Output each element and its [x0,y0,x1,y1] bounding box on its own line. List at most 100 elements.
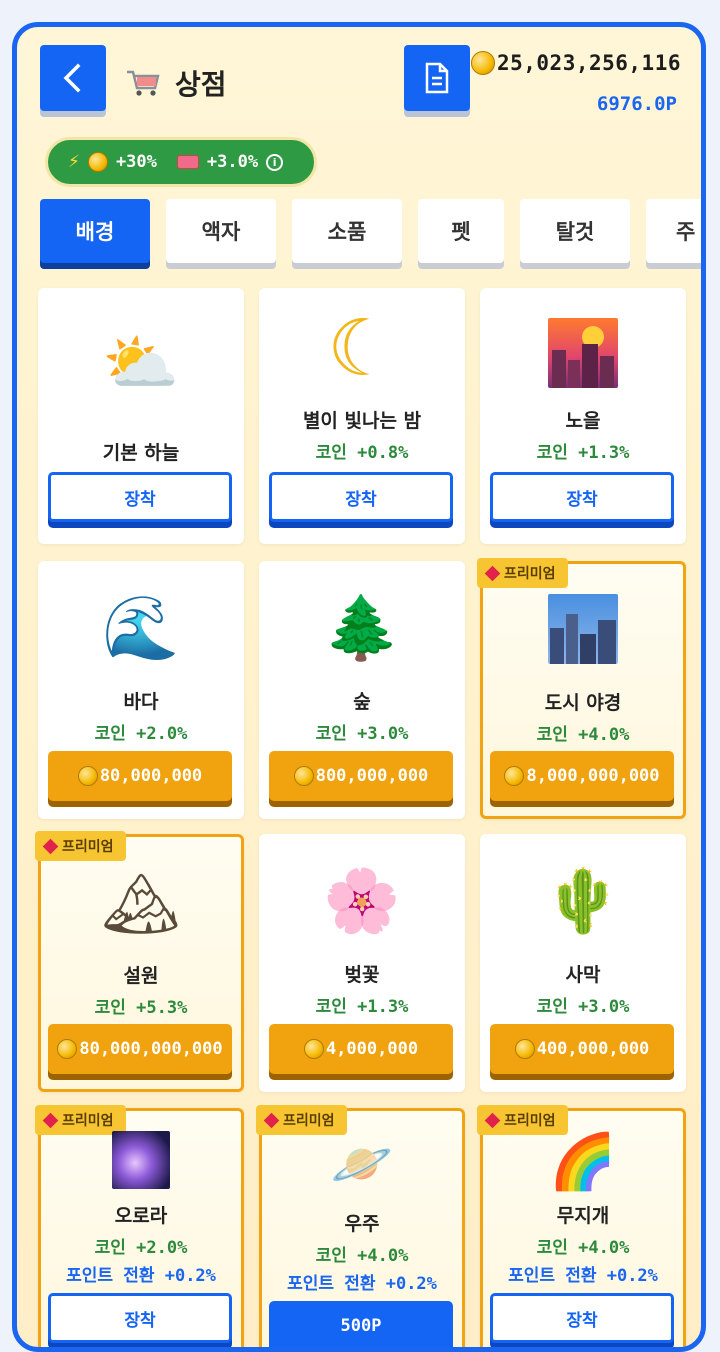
item-card-premium[interactable]: 프리미엄 🪐 우주 코인 +4.0% 포인트 전환 +0.2% 500P [256,1105,465,1347]
equip-button[interactable]: 장착 [48,1293,232,1343]
item-name: 숲 [353,691,371,713]
buy-button[interactable]: 400,000,000 [490,1024,674,1074]
item-card-premium[interactable]: 프리미엄 🌈 무지개 코인 +4.0% 포인트 전환 +0.2% 장착 [477,1105,686,1347]
coin-icon [504,766,525,786]
price-label: 4,000,000 [325,1039,419,1059]
buy-button[interactable]: 80,000,000 [48,751,232,801]
item-bonus: 코인 +4.0% [315,1246,409,1266]
item-bonus: 코인 +3.0% [315,724,409,744]
item-bonus: 코인 +4.0% [536,1238,630,1258]
price-label: 8,000,000,000 [526,766,660,786]
info-icon[interactable]: i [266,153,284,171]
moon-icon: ☾ [327,304,397,394]
cityscape-icon [548,594,618,664]
item-name: 설원 [123,965,159,987]
shopping-cart-icon [127,70,160,96]
sunset-city-icon [548,318,618,388]
title-text: 상점 [175,68,227,101]
item-name: 무지개 [556,1205,610,1227]
buy-button[interactable]: 80,000,000,000 [48,1024,232,1074]
equip-button[interactable]: 장착 [490,472,674,522]
point-balance: 6976.0P [596,93,677,115]
item-name: 노을 [565,410,601,432]
coin-balance: 25,023,256,116 [470,51,681,75]
item-card[interactable]: 노을 코인 +1.3% 장착 [480,288,686,544]
buy-button[interactable]: 4,000,000 [269,1024,453,1074]
chevron-left-icon [63,63,81,93]
item-bonus: 코인 +3.0% [536,997,630,1017]
tab-more[interactable]: 주 [646,199,701,263]
log-button[interactable] [404,45,470,111]
desert-cactus-icon: 🌵 [544,864,622,937]
item-name: 벚꽃 [344,964,380,986]
premium-label: 프리미엄 [504,566,556,582]
sun-cloud-icon: ⛅ [102,326,180,399]
coin-icon [77,766,98,786]
item-card[interactable]: 🌊 바다 코인 +2.0% 80,000,000 [38,561,244,819]
diamond-icon [42,1112,59,1128]
item-name: 별이 빛나는 밤 [302,410,422,432]
tab-frame[interactable]: 액자 [166,199,276,263]
item-card-premium[interactable]: 프리미엄 도시 야경 코인 +4.0% 8,000,000,000 [477,558,686,819]
equip-button[interactable]: 장착 [269,472,453,522]
item-bonus-points: 포인트 전환 +0.2% [287,1274,437,1294]
cherry-blossom-icon: 🌸 [323,864,401,937]
premium-label: 프리미엄 [62,839,114,855]
item-card[interactable]: ☾ 별이 빛나는 밤 코인 +0.8% 장착 [259,288,465,544]
price-label: 80,000,000,000 [79,1039,223,1059]
item-card-premium[interactable]: 프리미엄 🏔 설원 코인 +5.3% 80,000,000,000 [35,831,244,1092]
snow-mountain-icon: 🏔 [101,867,181,940]
item-name: 도시 야경 [544,692,622,714]
item-bonus: 코인 +5.3% [94,998,188,1018]
ticket-icon [176,155,199,169]
item-bonus: 코인 +2.0% [94,724,188,744]
premium-badge: 프리미엄 [477,558,568,588]
item-bonus-points: 포인트 전환 +0.2% [508,1266,658,1286]
item-card[interactable]: 🌵 사막 코인 +3.0% 400,000,000 [480,834,686,1092]
item-bonus-points: 포인트 전환 +0.2% [66,1266,216,1286]
item-bonus: 코인 +2.0% [94,1238,188,1258]
item-name: 사막 [565,964,601,986]
coin-boost-value: +30% [115,152,157,172]
document-icon [425,62,449,94]
item-card[interactable]: 🌲 숲 코인 +3.0% 800,000,000 [259,561,465,819]
back-button[interactable] [40,45,106,111]
item-card[interactable]: 🌸 벚꽃 코인 +1.3% 4,000,000 [259,834,465,1092]
tab-vehicle[interactable]: 탈것 [520,199,630,263]
milky-way-icon [112,1131,170,1189]
wave-icon: 🌊 [102,591,180,664]
coin-icon [57,1039,78,1059]
tree-icon: 🌲 [323,591,401,664]
premium-badge: 프리미엄 [35,831,126,861]
coin-icon [293,766,314,786]
item-card-premium[interactable]: 프리미엄 오로라 코인 +2.0% 포인트 전환 +0.2% 장착 [35,1105,244,1347]
boost-pill[interactable]: ⚡ +30% +3.0% i [45,137,317,187]
diamond-icon [42,838,59,854]
diamond-icon [484,565,501,581]
item-name: 오로라 [114,1205,168,1227]
item-name: 기본 하늘 [102,442,180,464]
lightning-icon: ⚡ [68,152,80,172]
premium-label: 프리미엄 [283,1113,335,1129]
coin-balance-value: 25,023,256,116 [496,51,681,75]
coin-icon [87,152,108,172]
diamond-icon [484,1112,501,1128]
buy-with-points-button[interactable]: 500P [269,1301,453,1347]
tab-props[interactable]: 소품 [292,199,402,263]
item-bonus: 코인 +4.0% [536,725,630,745]
equip-button[interactable]: 장착 [490,1293,674,1343]
tab-background[interactable]: 배경 [40,199,150,263]
item-name: 우주 [344,1213,380,1235]
ticket-boost-value: +3.0% [206,152,259,172]
buy-button[interactable]: 8,000,000,000 [490,751,674,801]
item-name: 바다 [123,691,159,713]
item-card[interactable]: ⛅ 기본 하늘 장착 [38,288,244,544]
equip-button[interactable]: 장착 [48,472,232,522]
coin-icon [303,1039,324,1059]
planet-icon: 🪐 [330,1135,394,1193]
price-label: 800,000,000 [315,766,429,786]
item-bonus: 코인 +1.3% [315,997,409,1017]
buy-button[interactable]: 800,000,000 [269,751,453,801]
tab-pet[interactable]: 펫 [418,199,504,263]
coin-icon [470,51,495,75]
